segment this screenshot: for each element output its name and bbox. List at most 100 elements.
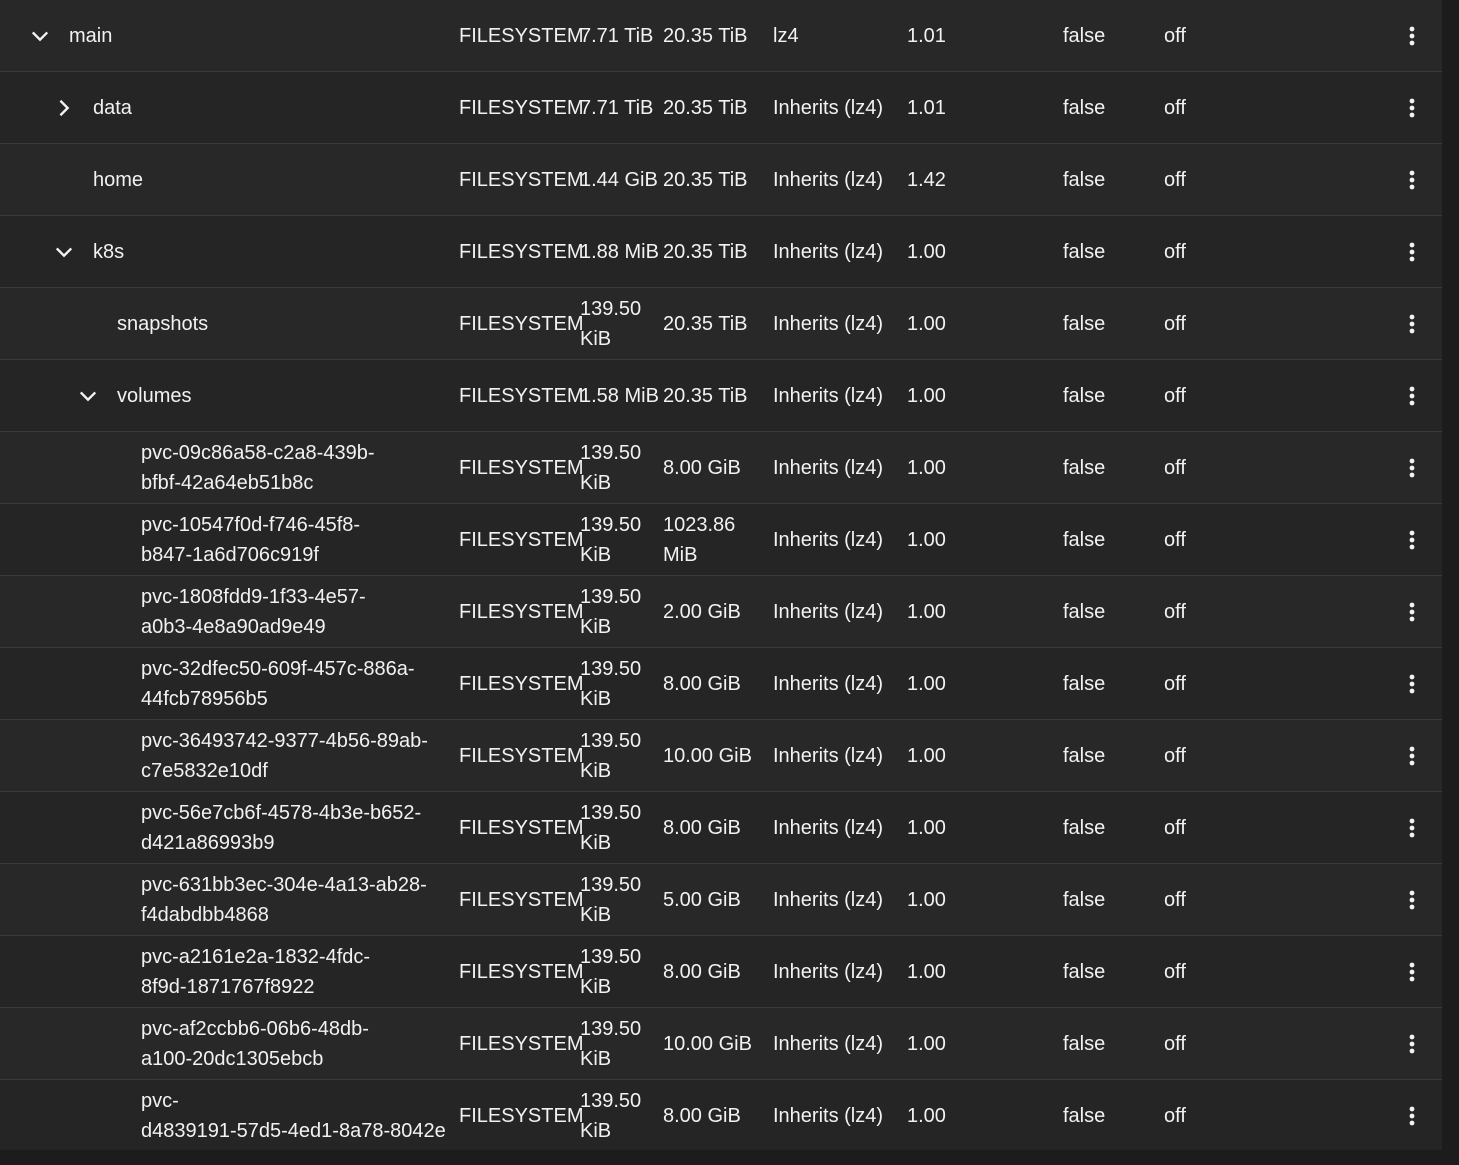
available-cell: 20.35 TiB <box>663 144 771 215</box>
row-actions-cell <box>1396 1080 1428 1151</box>
dataset-name: pvc-56e7cb6f-4578-4b3e-b652- d421a86993b9 <box>141 801 422 854</box>
dedup-cell: off <box>1164 1008 1254 1079</box>
available-cell-text: 20.35 TiB <box>663 96 748 119</box>
more-vertical-icon[interactable] <box>1396 448 1428 488</box>
table-row[interactable]: pvc-a2161e2a-1832-4fdc- 8f9d-1871767f8922… <box>0 936 1442 1008</box>
chevron-down-icon[interactable] <box>76 384 100 408</box>
used-cell-text: 139.50 KiB <box>580 1017 642 1070</box>
used-cell-text: 139.50 KiB <box>580 585 642 638</box>
readonly-cell: false <box>1063 1080 1153 1151</box>
dataset-name-wrapper: pvc-09c86a58-c2a8-439b-bfbf-42a64eb51b8c <box>0 438 375 498</box>
more-vertical-icon[interactable] <box>1396 232 1428 272</box>
used-cell-text: 139.50 KiB <box>580 873 642 926</box>
readonly-cell: false <box>1063 72 1153 143</box>
compression-ratio-cell-text: 1.00 <box>907 600 946 623</box>
dedup-cell-text: off <box>1164 816 1186 839</box>
more-vertical-icon[interactable] <box>1396 88 1428 128</box>
readonly-cell-text: false <box>1063 1032 1106 1055</box>
table-row[interactable]: main FILESYSTEM 7.71 TiB 20.35 TiB lz4 1.01 fa… <box>0 0 1442 72</box>
compression-ratio-cell: 1.42 <box>907 144 1007 215</box>
available-cell-text: 2.00 GiB <box>663 600 741 623</box>
dedup-cell: off <box>1164 1080 1254 1151</box>
more-vertical-icon[interactable] <box>1396 304 1428 344</box>
more-vertical-icon[interactable] <box>1396 160 1428 200</box>
available-cell-text: 1023.86 MiB <box>663 513 736 566</box>
table-row[interactable]: pvc-09c86a58-c2a8-439b-bfbf-42a64eb51b8c… <box>0 432 1442 504</box>
more-vertical-icon[interactable] <box>1396 808 1428 848</box>
dataset-name-cell: snapshots <box>0 288 458 359</box>
used-cell: 1.88 MiB <box>580 216 662 287</box>
dataset-name: k8s <box>93 240 125 263</box>
table-row[interactable]: volumes FILESYSTEM 1.58 MiB 20.35 TiB Inheri… <box>0 360 1442 432</box>
more-vertical-icon[interactable] <box>1396 16 1428 56</box>
more-vertical-icon[interactable] <box>1396 664 1428 704</box>
table-row[interactable]: pvc-1808fdd9-1f33-4e57- a0b3-4e8a90ad9e49… <box>0 576 1442 648</box>
dataset-name-wrapper: pvc-d4839191-57d5-4ed1-8a78-8042e <box>0 1086 446 1146</box>
row-actions-cell <box>1396 864 1428 935</box>
table-row[interactable]: pvc-d4839191-57d5-4ed1-8a78-8042e FILESYS… <box>0 1080 1442 1152</box>
compression-cell-text: Inherits (lz4) <box>773 960 884 983</box>
used-cell-text: 7.71 TiB <box>580 96 654 119</box>
compression-ratio-cell: 1.00 <box>907 792 1007 863</box>
readonly-cell: false <box>1063 216 1153 287</box>
dedup-cell-text: off <box>1164 24 1186 47</box>
readonly-cell: false <box>1063 648 1153 719</box>
type-cell: FILESYSTEM <box>459 288 584 359</box>
table-row[interactable]: snapshots FILESYSTEM 139.50 KiB 20.35 TiB Inh… <box>0 288 1442 360</box>
table-row[interactable]: k8s FILESYSTEM 1.88 MiB 20.35 TiB Inherits (… <box>0 216 1442 288</box>
more-vertical-icon[interactable] <box>1396 376 1428 416</box>
used-cell: 139.50 KiB <box>580 1080 662 1151</box>
available-cell-text: 20.35 TiB <box>663 24 748 47</box>
readonly-cell-text: false <box>1063 168 1106 191</box>
readonly-cell-text: false <box>1063 672 1106 695</box>
more-vertical-icon[interactable] <box>1396 592 1428 632</box>
dedup-cell-text: off <box>1164 240 1186 263</box>
more-vertical-icon[interactable] <box>1396 1024 1428 1064</box>
table-row[interactable]: pvc-36493742-9377-4b56-89ab-c7e5832e10df… <box>0 720 1442 792</box>
more-vertical-icon[interactable] <box>1396 1096 1428 1136</box>
table-row[interactable]: data FILESYSTEM 7.71 TiB 20.35 TiB Inherits … <box>0 72 1442 144</box>
dedup-cell: off <box>1164 576 1254 647</box>
row-actions-cell <box>1396 216 1428 287</box>
compression-ratio-cell-text: 1.00 <box>907 240 946 263</box>
type-cell-text: FILESYSTEM <box>459 312 584 335</box>
readonly-cell: false <box>1063 0 1153 71</box>
scrollbar-track[interactable] <box>1442 0 1459 1165</box>
type-cell-text: FILESYSTEM <box>459 456 584 479</box>
table-row[interactable]: pvc-32dfec50-609f-457c-886a- 44fcb78956b5… <box>0 648 1442 720</box>
dataset-name: pvc-10547f0d-f746-45f8- b847-1a6d706c919f <box>141 513 361 566</box>
dataset-name-cell: pvc-32dfec50-609f-457c-886a- 44fcb78956b5 <box>0 648 458 719</box>
table-row[interactable]: pvc-af2ccbb6-06b6-48db-a100-20dc1305ebcb… <box>0 1008 1442 1080</box>
more-vertical-icon[interactable] <box>1396 736 1428 776</box>
table-row[interactable]: pvc-631bb3ec-304e-4a13-ab28- f4dabdbb4868… <box>0 864 1442 936</box>
compression-ratio-cell-text: 1.00 <box>907 744 946 767</box>
table-row[interactable]: pvc-56e7cb6f-4578-4b3e-b652- d421a86993b9… <box>0 792 1442 864</box>
dataset-name: pvc-36493742-9377-4b56-89ab-c7e5832e10df <box>141 729 428 782</box>
more-vertical-icon[interactable] <box>1396 880 1428 920</box>
more-vertical-icon[interactable] <box>1396 952 1428 992</box>
dataset-name-cell: pvc-1808fdd9-1f33-4e57- a0b3-4e8a90ad9e49 <box>0 576 458 647</box>
compression-ratio-cell: 1.01 <box>907 72 1007 143</box>
type-cell: FILESYSTEM <box>459 1080 583 1151</box>
used-cell-text: 139.50 KiB <box>580 441 642 494</box>
compression-cell-text: Inherits (lz4) <box>773 600 884 623</box>
table-row[interactable]: pvc-10547f0d-f746-45f8- b847-1a6d706c919f… <box>0 504 1442 576</box>
chevron-down-icon[interactable] <box>28 24 52 48</box>
dedup-cell-text: off <box>1164 456 1186 479</box>
type-cell-text: FILESYSTEM <box>459 672 584 695</box>
available-cell-text: 20.35 TiB <box>663 384 748 407</box>
chevron-down-icon[interactable] <box>52 240 76 264</box>
row-actions-cell <box>1396 432 1428 503</box>
table-row[interactable]: home FILESYSTEM 1.44 GiB 20.35 TiB Inherits … <box>0 144 1442 216</box>
type-cell: FILESYSTEM <box>459 504 583 575</box>
used-cell: 7.71 TiB <box>580 0 662 71</box>
used-cell-text: 1.58 MiB <box>580 384 659 407</box>
chevron-right-icon[interactable] <box>52 96 76 120</box>
dataset-name-wrapper: pvc-36493742-9377-4b56-89ab-c7e5832e10df <box>0 726 428 786</box>
dedup-cell: off <box>1164 648 1254 719</box>
compression-ratio-cell: 1.00 <box>907 360 1007 431</box>
row-actions-cell <box>1396 648 1428 719</box>
available-cell-text: 8.00 GiB <box>663 456 741 479</box>
used-cell-text: 1.44 GiB <box>580 168 658 191</box>
more-vertical-icon[interactable] <box>1396 520 1428 560</box>
